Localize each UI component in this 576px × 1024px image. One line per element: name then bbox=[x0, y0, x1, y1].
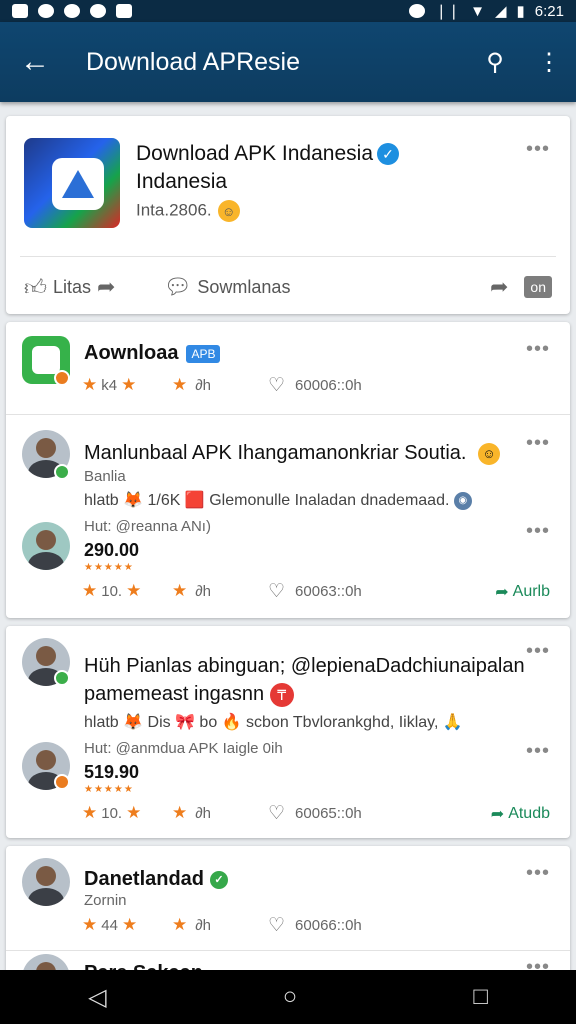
badge-icon bbox=[54, 774, 70, 790]
smile-emoji-icon: ☺ bbox=[478, 442, 501, 465]
thumbs-up-icon: 👍︎ bbox=[24, 274, 47, 300]
on-button[interactable]: on bbox=[524, 276, 552, 298]
badge-icon bbox=[54, 370, 70, 386]
hero-title: Download APK Indanesia ✓ Indanesia bbox=[136, 140, 426, 196]
post-name: Danetlandad ✓ bbox=[84, 868, 229, 891]
post-card: Hüh Pianlas abinguan; @lepienaDadchiuna… bbox=[6, 626, 570, 838]
more-horiz-icon[interactable]: ••• bbox=[526, 862, 550, 885]
notification-icon bbox=[12, 4, 28, 18]
share-icon: ➦ bbox=[97, 274, 116, 299]
post-price: 519.90 bbox=[84, 762, 140, 782]
verified-icon: ✓ bbox=[377, 143, 399, 166]
post-stats: ★ k4 ★ ★ ∂h ♡ 60006::0h bbox=[82, 374, 362, 397]
more-horiz-icon[interactable]: ••• bbox=[526, 520, 550, 543]
more-horiz-icon[interactable]: ••• bbox=[526, 740, 550, 763]
post-name: Manlunbaal APK Ihangamanonkriar Soutia. … bbox=[84, 442, 501, 465]
action-link[interactable]: ➦ Aurlb bbox=[495, 582, 550, 602]
post-sub: Zornin bbox=[84, 892, 127, 909]
posts-card: Aownloaa APB ••• ★ k4 ★ ★ ∂h ♡ 60006::0h Manl… bbox=[6, 322, 570, 618]
signal-icon: ◢ bbox=[494, 3, 507, 20]
more-vert-icon[interactable]: ⋮ bbox=[522, 22, 576, 102]
badge-icon bbox=[54, 670, 70, 686]
arrow-left-icon[interactable]: ← bbox=[0, 22, 70, 102]
share-icon[interactable]: ➦ bbox=[490, 274, 508, 300]
comment-button[interactable]: 💬︎ Sowmlanas bbox=[163, 274, 290, 300]
post-stats: ★ 10. ★ ★ ∂h ♡ 60065::0h bbox=[82, 802, 362, 825]
rating-stars: ★★★★★ bbox=[84, 784, 134, 795]
heart-icon[interactable]: ♡ bbox=[268, 914, 285, 937]
avatar[interactable] bbox=[22, 522, 70, 570]
post-line: hlatb 🦊 Dis 🎀 bo 🔥 scbon Tbvlorankghd, I… bbox=[84, 714, 463, 731]
notification-icon bbox=[38, 4, 54, 18]
post-text: Hüh Pianlas abinguan; @lepienaDadchiuna… bbox=[84, 655, 525, 707]
action-link[interactable]: ➦ Atudb bbox=[491, 804, 550, 824]
system-nav-bar: ◁ ○ □ bbox=[0, 970, 576, 1024]
heart-icon[interactable]: ♡ bbox=[268, 374, 285, 397]
divider bbox=[20, 256, 556, 257]
verified-icon: ✓ bbox=[210, 870, 229, 889]
app-bar: ← Download APResie ⚲ ⋮ bbox=[0, 22, 576, 102]
star-icon: ★ bbox=[172, 375, 188, 394]
star-icon: ★ bbox=[82, 915, 98, 934]
globe-icon: ◉ bbox=[453, 491, 472, 510]
share-icon: ➦ bbox=[495, 584, 509, 601]
status-bar: ❘❘ ▼ ◢ ▮ 6:21 bbox=[0, 0, 576, 22]
smile-emoji-icon: ☺ bbox=[217, 200, 240, 222]
hero-subtitle: Inta.2806. ☺ bbox=[136, 200, 240, 222]
post-price: 290.00 bbox=[84, 540, 140, 560]
divider bbox=[6, 414, 570, 415]
badge-icon: ₸ bbox=[269, 682, 294, 707]
star-icon: ★ bbox=[172, 915, 188, 934]
heart-icon[interactable]: ♡ bbox=[268, 580, 285, 603]
star-icon: ★ bbox=[126, 581, 142, 600]
more-horiz-icon[interactable]: ••• bbox=[526, 138, 550, 161]
home-circle-icon[interactable]: ○ bbox=[283, 983, 298, 1011]
star-icon: ★ bbox=[82, 375, 98, 394]
notification-icon bbox=[64, 4, 80, 18]
more-horiz-icon[interactable]: ••• bbox=[526, 432, 550, 455]
app-icon bbox=[24, 138, 120, 228]
badge-icon bbox=[54, 464, 70, 480]
post-card: Danetlandad ✓ ••• Zornin ★ 44 ★ ★ ∂h ♡ 60066:… bbox=[6, 846, 570, 1002]
star-icon: ★ bbox=[82, 581, 98, 600]
more-horiz-icon[interactable]: ••• bbox=[526, 338, 550, 361]
post-handle: Hut: @anmdua APK Iaigle 0ih bbox=[84, 740, 283, 757]
apk-tag: APB bbox=[186, 344, 221, 363]
post-stats: ★ 10. ★ ★ ∂h ♡ 60063::0h bbox=[82, 580, 362, 603]
avatar[interactable] bbox=[22, 858, 70, 906]
recents-square-icon[interactable]: □ bbox=[473, 983, 488, 1011]
post-line: hlatb 🦊 1/6K 🟥 Glemonulle Inaladan dnade… bbox=[84, 490, 472, 510]
share-icon: ➦ bbox=[490, 806, 505, 823]
search-icon[interactable]: ⚲ bbox=[468, 22, 522, 102]
star-icon: ★ bbox=[126, 803, 142, 822]
post-handle: Hut: @reanna ANı) bbox=[84, 518, 211, 535]
divider bbox=[6, 950, 570, 951]
post-stats: ★ 44 ★ ★ ∂h ♡ 60066::0h bbox=[82, 914, 362, 937]
notification-icon bbox=[90, 4, 106, 18]
notification-icon bbox=[116, 4, 132, 18]
star-icon: ★ bbox=[172, 803, 188, 822]
star-icon: ★ bbox=[121, 375, 137, 394]
comment-icon: 💬︎ bbox=[163, 274, 192, 299]
page-title: Download APResie bbox=[86, 47, 301, 76]
heart-icon[interactable]: ♡ bbox=[268, 802, 285, 825]
hero-card: ••• Download APK Indanesia ✓ Indanesia In… bbox=[6, 116, 570, 314]
alarm-icon bbox=[408, 4, 425, 18]
star-icon: ★ bbox=[172, 581, 188, 600]
battery-icon: ▮ bbox=[516, 3, 525, 20]
status-time: 6:21 bbox=[534, 2, 564, 20]
post-sub: Banlia bbox=[84, 468, 126, 485]
back-triangle-icon[interactable]: ◁ bbox=[88, 983, 106, 1012]
rating-stars: ★★★★★ bbox=[84, 562, 134, 573]
star-icon: ★ bbox=[82, 803, 98, 822]
hero-actions: 👍︎ Litas ➦ 💬︎ Sowmlanas ➦ on bbox=[24, 272, 552, 302]
vibrate-icon: ❘❘ bbox=[434, 3, 461, 20]
like-button[interactable]: 👍︎ Litas ➦ bbox=[24, 274, 115, 301]
post-name: Aownloaa APB bbox=[84, 342, 221, 365]
more-horiz-icon[interactable]: ••• bbox=[526, 640, 550, 663]
star-icon: ★ bbox=[121, 915, 138, 934]
wifi-icon: ▼ bbox=[470, 2, 485, 20]
